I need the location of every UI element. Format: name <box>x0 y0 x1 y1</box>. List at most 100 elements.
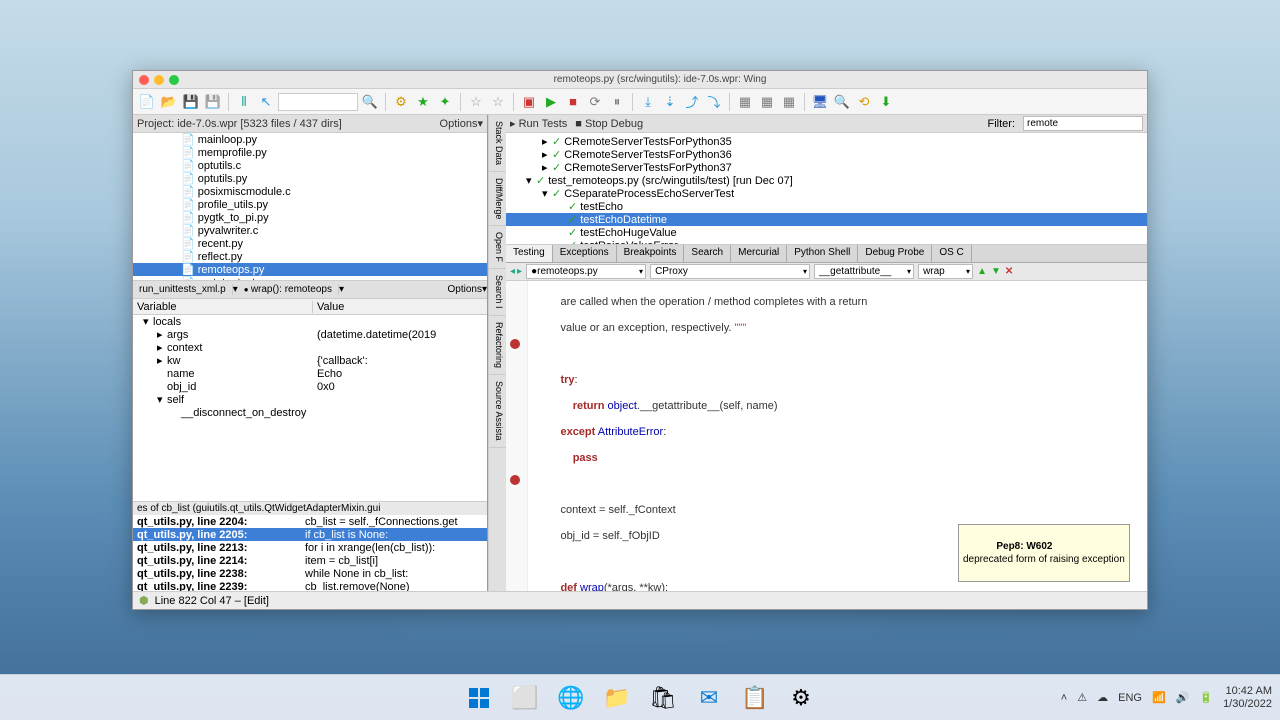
file-item[interactable]: 📄pygtk_to_pi.py <box>133 211 487 224</box>
panel-tab[interactable]: Mercurial <box>731 245 787 262</box>
file-item[interactable]: 📄optutils.py <box>133 172 487 185</box>
find-icon[interactable]: 🔍 <box>832 92 852 112</box>
explorer-icon[interactable]: 📁 <box>597 678 637 718</box>
step-out-icon[interactable]: ⤴ <box>682 92 702 112</box>
save-all-icon[interactable]: 💾 <box>203 92 223 112</box>
tray-lang[interactable]: ENG <box>1118 692 1142 704</box>
code-area[interactable]: are called when the operation / method c… <box>528 281 1147 591</box>
panel-tab[interactable]: Breakpoints <box>617 245 685 262</box>
stack-row[interactable]: qt_utils.py, line 2238:while None in cb_… <box>133 567 487 580</box>
task-view-icon[interactable]: ⬜ <box>505 678 545 718</box>
bookmark2-icon[interactable]: ✦ <box>435 92 455 112</box>
test-tree[interactable]: ▸✓CRemoteServerTestsForPython35▸✓CRemote… <box>506 133 1147 245</box>
test-item[interactable]: ▸✓CRemoteServerTestsForPython36 <box>506 148 1147 161</box>
stop2-icon[interactable]: ▣ <box>519 92 539 112</box>
var-row[interactable]: nameEcho <box>133 367 487 380</box>
file-item[interactable]: 📄mainloop.py <box>133 133 487 146</box>
star2-icon[interactable]: ☆ <box>488 92 508 112</box>
file-item[interactable]: 📄reflect.py <box>133 250 487 263</box>
tray-battery-icon[interactable]: 🔋 <box>1199 691 1213 704</box>
tab-wrap[interactable]: wrap(): remoteops <box>238 284 339 295</box>
tray-wifi-icon[interactable]: 📶 <box>1152 691 1166 704</box>
stack-row[interactable]: qt_utils.py, line 2205:if cb_list is Non… <box>133 528 487 541</box>
code-editor[interactable]: are called when the operation / method c… <box>506 281 1147 591</box>
panel-tab[interactable]: OS C <box>932 245 971 262</box>
star1-icon[interactable]: ☆ <box>466 92 486 112</box>
tray-clock[interactable]: 10:42 AM1/30/2022 <box>1223 685 1272 711</box>
file-item[interactable]: 📄memprofile.py <box>133 146 487 159</box>
test-item[interactable]: ✓testEchoHugeValue <box>506 226 1147 239</box>
var-row[interactable]: __disconnect_on_destroy <box>133 406 487 419</box>
stack-row[interactable]: qt_utils.py, line 2239:cb_list.remove(No… <box>133 580 487 591</box>
tray-shield-icon[interactable]: ⚠ <box>1077 691 1087 704</box>
tray-cloud-icon[interactable]: ☁ <box>1097 691 1108 704</box>
search-icon[interactable]: 🔍 <box>360 92 380 112</box>
test-item[interactable]: ▾✓CSeparateProcessEchoServerTest <box>506 187 1147 200</box>
method-dropdown[interactable]: __getattribute__ <box>814 264 914 279</box>
panel-tab[interactable]: Exceptions <box>553 245 617 262</box>
vtab-diffmerge[interactable]: Diff/Merge <box>489 172 506 226</box>
options-dropdown-icon[interactable]: ▾ <box>477 117 483 130</box>
filter-input[interactable] <box>1023 116 1143 131</box>
edge-icon[interactable]: 🌐 <box>551 678 591 718</box>
save-icon[interactable]: 💾 <box>181 92 201 112</box>
stop-icon[interactable]: ■ <box>563 92 583 112</box>
tray-chevron-icon[interactable]: ˄ <box>1061 692 1067 704</box>
settings-icon[interactable]: ⚙ <box>781 678 821 718</box>
stack-row[interactable]: qt_utils.py, line 2204:cb_list = self._f… <box>133 515 487 528</box>
mail-icon[interactable]: ✉ <box>689 678 729 718</box>
restart-icon[interactable]: ⟳ <box>585 92 605 112</box>
tray-volume-icon[interactable]: 🔊 <box>1176 691 1190 704</box>
test-item[interactable]: ▸✓CRemoteServerTestsForPython35 <box>506 135 1147 148</box>
func-dropdown[interactable]: wrap <box>918 264 973 279</box>
var-row[interactable]: ▾self <box>133 393 487 406</box>
tab-unittests[interactable]: run_unittests_xml.p <box>133 284 233 295</box>
vtab-refactor[interactable]: Refactoring <box>489 316 506 375</box>
bookmark-icon[interactable]: ★ <box>413 92 433 112</box>
file-item[interactable]: 📄optutils.c <box>133 159 487 172</box>
file-item[interactable]: 📄recent.py <box>133 237 487 250</box>
grid2-icon[interactable]: ▦ <box>757 92 777 112</box>
system-tray[interactable]: ˄ ⚠ ☁ ENG 📶 🔊 🔋 10:42 AM1/30/2022 <box>1061 685 1272 711</box>
project-options[interactable]: Options <box>440 118 478 130</box>
file-tree[interactable]: 📄mainloop.py📄memprofile.py📄optutils.c📄op… <box>133 133 487 281</box>
refresh-icon[interactable]: ⟲ <box>854 92 874 112</box>
var-row[interactable]: ▸kw{'callback': <box>133 354 487 367</box>
download-icon[interactable]: ⬇ <box>876 92 896 112</box>
nav-back-icon[interactable]: ◂ <box>510 266 515 277</box>
breakpoint-icon[interactable] <box>510 475 520 485</box>
store-icon[interactable]: 🛍 <box>643 678 683 718</box>
stack-row[interactable]: qt_utils.py, line 2214:item = cb_list[i] <box>133 554 487 567</box>
vtab-source[interactable]: Source Assista <box>489 375 506 448</box>
close-button[interactable] <box>139 75 149 85</box>
panel-tab[interactable]: Testing <box>506 245 553 262</box>
test-item[interactable]: ✓testEchoDatetime <box>506 213 1147 226</box>
open-icon[interactable]: 📂 <box>159 92 179 112</box>
grid3-icon[interactable]: ▦ <box>779 92 799 112</box>
editor-close-icon[interactable]: ✕ <box>1005 266 1013 277</box>
breakpoint-icon[interactable] <box>510 339 520 349</box>
panel-tab[interactable]: Python Shell <box>787 245 858 262</box>
vtab-stackdata[interactable]: Stack Data <box>489 115 506 172</box>
var-row[interactable]: obj_id0x0 <box>133 380 487 393</box>
goto-icon[interactable]: ↖ <box>256 92 276 112</box>
vtab-openf[interactable]: Open F <box>489 226 506 269</box>
nav-down-icon[interactable]: ▼ <box>991 266 1001 277</box>
test-item[interactable]: ▾✓test_remoteops.py (src/wingutils/test)… <box>506 174 1147 187</box>
var-row[interactable]: ▾locals <box>133 315 487 328</box>
var-row[interactable]: ▸args(datetime.datetime(2019 <box>133 328 487 341</box>
class-dropdown[interactable]: CProxy <box>650 264 810 279</box>
file-item[interactable]: 📄remoteops.py <box>133 263 487 276</box>
maximize-button[interactable] <box>169 75 179 85</box>
gutter[interactable] <box>506 281 528 591</box>
step-over-icon[interactable]: ⇣ <box>660 92 680 112</box>
panel-tab[interactable]: Search <box>684 245 731 262</box>
grid1-icon[interactable]: ▦ <box>735 92 755 112</box>
test-item[interactable]: ✓testEcho <box>506 200 1147 213</box>
minimize-button[interactable] <box>154 75 164 85</box>
nav-up-icon[interactable]: ▲ <box>977 266 987 277</box>
file-item[interactable]: 📄pyvalwriter.c <box>133 224 487 237</box>
toolbar-search-input[interactable] <box>278 93 358 111</box>
file-item[interactable]: 📄posixmiscmodule.c <box>133 185 487 198</box>
start-button[interactable] <box>459 678 499 718</box>
